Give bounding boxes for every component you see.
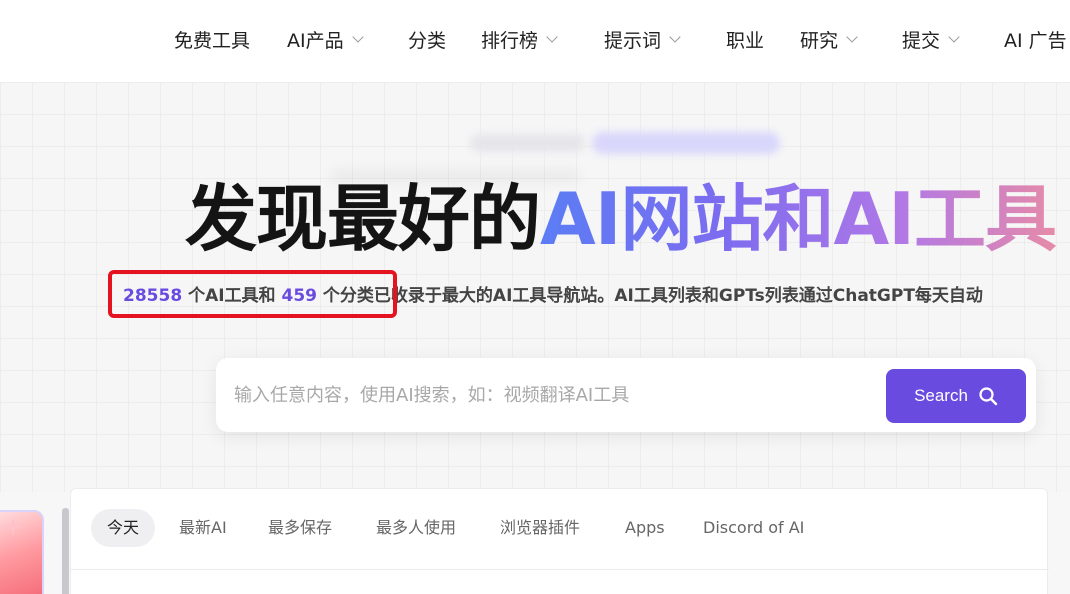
search-icon bbox=[979, 387, 998, 406]
stats-line: 28558 个AI工具和 459 个分类已收录于最大的AI工具导航站。AI工具列… bbox=[123, 282, 983, 310]
nav-item-label: 研究 bbox=[800, 29, 839, 52]
tools-suffix: 个AI工具和 bbox=[182, 286, 282, 306]
nav-item-label: AI 广告 bbox=[1004, 29, 1067, 52]
sparkle-icon bbox=[3, 517, 23, 537]
nav-item-label: 提交 bbox=[902, 29, 941, 52]
search-button-label: Search bbox=[914, 386, 968, 405]
tabs-divider bbox=[71, 569, 1049, 570]
chevron-down-icon bbox=[846, 30, 858, 43]
page-title: 发现最好的AI网站和AI工具 bbox=[185, 174, 1057, 264]
nav-item-research[interactable]: 研究 bbox=[800, 24, 858, 54]
search-button[interactable]: Search bbox=[886, 369, 1026, 423]
nav-item-label: AI产品 bbox=[287, 29, 344, 52]
nav-item-free-tools[interactable]: 免费工具 bbox=[174, 24, 250, 54]
nav-item-categories[interactable]: 分类 bbox=[408, 24, 446, 54]
tab-most-saved[interactable]: 最多保存 bbox=[268, 509, 332, 547]
search-input[interactable] bbox=[234, 372, 874, 418]
blurred-badge bbox=[470, 134, 585, 152]
nav-item-label: 分类 bbox=[408, 29, 447, 52]
tab-today[interactable]: 今天 bbox=[91, 509, 156, 547]
tab-most-used[interactable]: 最多人使用 bbox=[376, 509, 456, 547]
top-nav: 免费工具 AI产品 分类 排行榜 提示词 职业 研究 提交 AI 广告 bbox=[0, 0, 1070, 82]
categories-suffix: 个分类 bbox=[316, 286, 374, 306]
search-bar: Search bbox=[216, 358, 1036, 432]
page: 免费工具 AI产品 分类 排行榜 提示词 职业 研究 提交 AI 广告 发现最好… bbox=[0, 0, 1070, 594]
nav-item-label: 免费工具 bbox=[174, 29, 251, 52]
headline-gradient: AI网站和AI工具 bbox=[540, 177, 1057, 261]
hero-section: 发现最好的AI网站和AI工具 28558 个AI工具和 459 个分类已收录于最… bbox=[0, 82, 1070, 492]
blurred-badge-link bbox=[592, 132, 780, 154]
nav-item-ai-products[interactable]: AI产品 bbox=[287, 24, 364, 54]
chevron-down-icon bbox=[546, 30, 558, 43]
tools-count: 28558 bbox=[123, 286, 183, 306]
nav-item-rankings[interactable]: 排行榜 bbox=[481, 24, 558, 54]
nav-item-label: 排行榜 bbox=[481, 29, 539, 52]
featured-thumbnail[interactable] bbox=[0, 510, 44, 594]
nav-item-label: 职业 bbox=[726, 29, 765, 52]
stats-description: 已收录于最大的AI工具导航站。AI工具列表和GPTs列表通过ChatGPT每天自… bbox=[373, 286, 983, 306]
chevron-down-icon bbox=[351, 30, 364, 43]
chevron-down-icon bbox=[669, 30, 681, 43]
nav-item-submit[interactable]: 提交 bbox=[902, 24, 960, 54]
nav-item-careers[interactable]: 职业 bbox=[726, 24, 764, 54]
tab-newest-ai[interactable]: 最新AI bbox=[179, 509, 227, 547]
nav-item-ai-ads[interactable]: AI 广告 bbox=[1004, 24, 1070, 54]
tab-discord-of-ai[interactable]: Discord of AI bbox=[703, 509, 804, 547]
nav-items: 免费工具 AI产品 分类 排行榜 提示词 职业 研究 提交 AI 广告 bbox=[0, 0, 1070, 82]
tabs-panel: 今天 最新AI 最多保存 最多人使用 浏览器插件 Apps Discord of… bbox=[70, 488, 1049, 594]
nav-item-label: 提示词 bbox=[604, 29, 662, 52]
tab-apps[interactable]: Apps bbox=[625, 509, 665, 547]
chevron-down-icon bbox=[948, 30, 960, 43]
tab-browser-extensions[interactable]: 浏览器插件 bbox=[500, 509, 580, 547]
categories-count: 459 bbox=[281, 286, 317, 306]
nav-item-prompts[interactable]: 提示词 bbox=[604, 24, 681, 54]
headline-plain: 发现最好的 bbox=[185, 177, 541, 261]
scroll-handle[interactable] bbox=[62, 508, 69, 594]
